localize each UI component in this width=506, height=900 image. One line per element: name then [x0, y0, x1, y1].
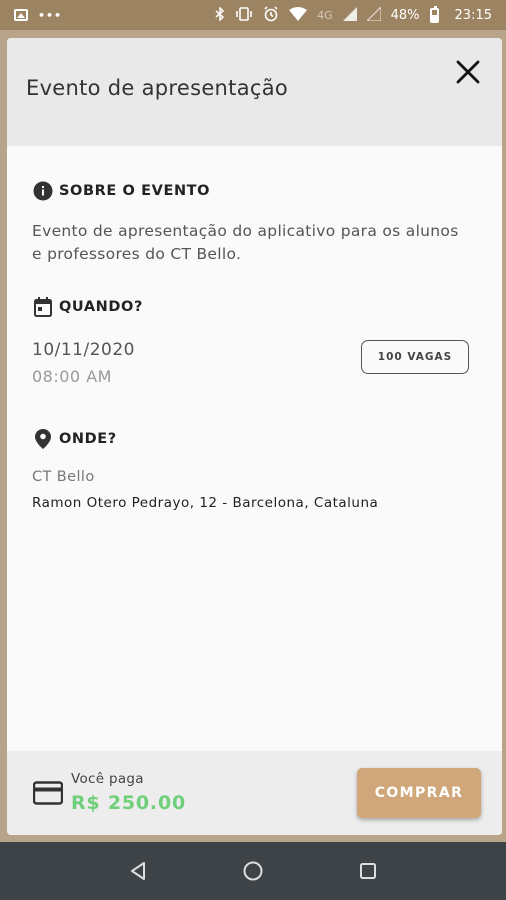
recents-square-icon [360, 863, 377, 879]
signal-2-icon [365, 5, 382, 24]
about-text: Evento de apresentação do aplicativo par… [32, 222, 459, 263]
recents-button[interactable] [356, 859, 380, 883]
buy-button[interactable]: COMPRAR [357, 768, 481, 818]
close-icon [456, 60, 480, 84]
more-dots-icon: ••• [38, 8, 63, 22]
status-bar: ••• 4G 48% 23:15 [0, 0, 506, 30]
modal-header: Evento de apresentação [7, 38, 502, 146]
when-heading-label: QUANDO? [59, 299, 143, 315]
info-icon [33, 181, 53, 201]
where-heading: ONDE? [33, 429, 117, 449]
event-date: 10/11/2020 [32, 340, 135, 360]
clock: 23:15 [454, 7, 492, 23]
payment-footer: Você paga R$ 250.00 COMPRAR [7, 751, 502, 835]
signal-icon [342, 6, 357, 24]
back-triangle-icon [130, 862, 145, 880]
credit-card-icon [32, 781, 64, 805]
pay-label: Você paga [71, 771, 144, 787]
calendar-icon [33, 297, 53, 317]
alarm-icon [263, 5, 279, 25]
home-circle-icon [243, 861, 263, 881]
status-left: ••• [14, 9, 62, 22]
event-modal: Evento de apresentação SOBRE O EVENTO Ev… [7, 38, 502, 835]
about-heading-label: SOBRE O EVENTO [59, 183, 211, 199]
vagas-badge: 100 VAGAS [361, 340, 469, 374]
wifi-icon [289, 6, 308, 24]
battery-percent: 48% [390, 7, 420, 23]
when-heading: QUANDO? [33, 297, 143, 317]
battery-icon [429, 5, 439, 23]
where-heading-label: ONDE? [59, 431, 117, 447]
status-right: 4G 48% 23:15 [215, 5, 492, 25]
close-button[interactable] [454, 58, 482, 86]
about-heading: SOBRE O EVENTO [33, 181, 210, 201]
pay-value: R$ 250.00 [71, 792, 186, 814]
location-pin-icon [33, 429, 53, 449]
bluetooth-icon [215, 5, 225, 24]
event-time: 08:00 AM [32, 367, 112, 386]
nav-bar [0, 842, 506, 900]
home-button[interactable] [241, 859, 265, 883]
back-button[interactable] [126, 859, 150, 883]
vibrate-icon [235, 6, 253, 24]
place-address: Ramon Otero Pedrayo, 12 - Barcelona, Cat… [32, 495, 379, 511]
network-type: 4G [317, 8, 333, 22]
place-name: CT Bello [32, 469, 95, 485]
modal-title: Evento de apresentação [26, 76, 289, 100]
image-icon [14, 9, 28, 21]
